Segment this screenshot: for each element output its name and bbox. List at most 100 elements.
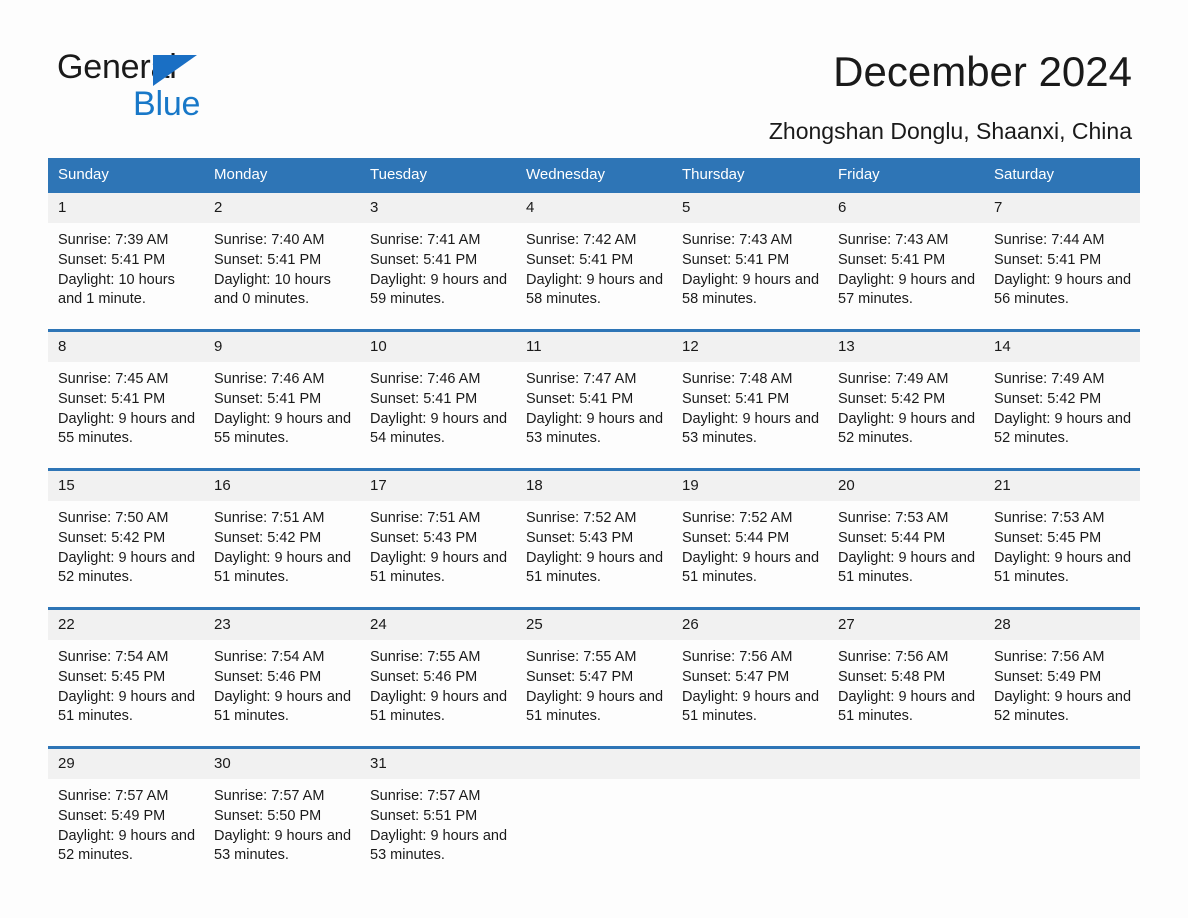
calendar-day-cell[interactable]: 26 Sunrise: 7:56 AM Sunset: 5:47 PM Dayligh…	[672, 607, 828, 732]
sunset-text: Sunset: 5:49 PM	[58, 807, 166, 824]
calendar-day-cell[interactable]: 18 Sunrise: 7:52 AM Sunset: 5:43 PM Dayligh…	[516, 468, 672, 593]
day-details: Sunrise: 7:47 AM Sunset: 5:41 PM Daylight:…	[516, 362, 672, 454]
calendar-day-cell[interactable]: 8 Sunrise: 7:45 AM Sunset: 5:41 PM Daylight…	[48, 329, 204, 454]
calendar-day-cell[interactable]: 30 Sunrise: 7:57 AM Sunset: 5:50 PM Dayligh…	[204, 746, 360, 871]
sunrise-text: Sunrise: 7:54 AM	[214, 649, 325, 665]
daylight-text: Daylight: 9 hours and 53 minutes.	[214, 827, 352, 864]
day-number: 9	[204, 329, 360, 362]
calendar-day-cell[interactable]: 29 Sunrise: 7:57 AM Sunset: 5:49 PM Dayligh…	[48, 746, 204, 871]
calendar-day-cell[interactable]: 10 Sunrise: 7:46 AM Sunset: 5:41 PM Dayligh…	[360, 329, 516, 454]
day-details: Sunrise: 7:52 AM Sunset: 5:44 PM Daylight:…	[672, 501, 828, 593]
daylight-text: Daylight: 9 hours and 53 minutes.	[526, 410, 664, 447]
calendar-day-cell[interactable]: 7 Sunrise: 7:44 AM Sunset: 5:41 PM Daylight…	[984, 190, 1140, 315]
spacer-cell	[828, 732, 984, 746]
calendar-day-cell[interactable]: 15 Sunrise: 7:50 AM Sunset: 5:42 PM Dayligh…	[48, 468, 204, 593]
spacer-cell	[360, 593, 516, 607]
day-number: 22	[48, 607, 204, 640]
sunset-text: Sunset: 5:49 PM	[994, 668, 1102, 685]
day-number: 1	[48, 190, 204, 223]
day-number: 14	[984, 329, 1140, 362]
calendar-day-cell[interactable]: 23 Sunrise: 7:54 AM Sunset: 5:46 PM Dayligh…	[204, 607, 360, 732]
calendar-day-cell[interactable]: 6 Sunrise: 7:43 AM Sunset: 5:41 PM Daylight…	[828, 190, 984, 315]
daylight-text: Daylight: 9 hours and 51 minutes.	[838, 688, 976, 725]
logo-word-blue: Blue	[133, 85, 201, 123]
sunset-text: Sunset: 5:48 PM	[838, 668, 946, 685]
calendar-day-cell[interactable]: 17 Sunrise: 7:51 AM Sunset: 5:43 PM Dayligh…	[360, 468, 516, 593]
day-details: Sunrise: 7:49 AM Sunset: 5:42 PM Daylight:…	[984, 362, 1140, 454]
calendar-day-cell[interactable]: 11 Sunrise: 7:47 AM Sunset: 5:41 PM Dayligh…	[516, 329, 672, 454]
day-number: 16	[204, 468, 360, 501]
daylight-text: Daylight: 9 hours and 57 minutes.	[838, 271, 976, 308]
day-details: Sunrise: 7:54 AM Sunset: 5:45 PM Daylight:…	[48, 640, 204, 732]
sunset-text: Sunset: 5:41 PM	[370, 251, 478, 268]
sunset-text: Sunset: 5:41 PM	[214, 390, 322, 407]
sunset-text: Sunset: 5:46 PM	[214, 668, 322, 685]
calendar-day-cell[interactable]: 20 Sunrise: 7:53 AM Sunset: 5:44 PM Dayligh…	[828, 468, 984, 593]
spacer-cell	[204, 315, 360, 329]
calendar-day-cell[interactable]: 12 Sunrise: 7:48 AM Sunset: 5:41 PM Dayligh…	[672, 329, 828, 454]
calendar-empty-cell	[672, 746, 828, 871]
sunset-text: Sunset: 5:41 PM	[526, 251, 634, 268]
day-number	[828, 746, 984, 779]
daylight-text: Daylight: 9 hours and 52 minutes.	[994, 688, 1132, 725]
page-header: General Blue December 2024 Zhongshan Don…	[0, 0, 1188, 144]
calendar-day-cell[interactable]: 4 Sunrise: 7:42 AM Sunset: 5:41 PM Daylight…	[516, 190, 672, 315]
week-spacer	[48, 454, 1140, 468]
day-number: 17	[360, 468, 516, 501]
spacer-cell	[984, 315, 1140, 329]
sunset-text: Sunset: 5:51 PM	[370, 807, 478, 824]
spacer-cell	[672, 732, 828, 746]
daylight-text: Daylight: 9 hours and 58 minutes.	[526, 271, 664, 308]
calendar-day-cell[interactable]: 27 Sunrise: 7:56 AM Sunset: 5:48 PM Dayligh…	[828, 607, 984, 732]
sunrise-text: Sunrise: 7:57 AM	[370, 788, 481, 804]
sunrise-text: Sunrise: 7:52 AM	[526, 510, 637, 526]
calendar-day-cell[interactable]: 5 Sunrise: 7:43 AM Sunset: 5:41 PM Daylight…	[672, 190, 828, 315]
spacer-cell	[48, 732, 204, 746]
generalblue-logo: General Blue	[57, 50, 317, 121]
calendar-day-cell[interactable]: 2 Sunrise: 7:40 AM Sunset: 5:41 PM Daylight…	[204, 190, 360, 315]
calendar-day-cell[interactable]: 3 Sunrise: 7:41 AM Sunset: 5:41 PM Daylight…	[360, 190, 516, 315]
day-details: Sunrise: 7:54 AM Sunset: 5:46 PM Daylight:…	[204, 640, 360, 732]
calendar-day-cell[interactable]: 31 Sunrise: 7:57 AM Sunset: 5:51 PM Dayligh…	[360, 746, 516, 871]
calendar-day-cell[interactable]: 19 Sunrise: 7:52 AM Sunset: 5:44 PM Dayligh…	[672, 468, 828, 593]
sunrise-text: Sunrise: 7:44 AM	[994, 232, 1105, 248]
calendar-day-cell[interactable]: 9 Sunrise: 7:46 AM Sunset: 5:41 PM Daylight…	[204, 329, 360, 454]
sunrise-text: Sunrise: 7:43 AM	[838, 232, 949, 248]
daylight-text: Daylight: 9 hours and 58 minutes.	[682, 271, 820, 308]
day-number	[516, 746, 672, 779]
day-details: Sunrise: 7:53 AM Sunset: 5:44 PM Daylight:…	[828, 501, 984, 593]
sunset-text: Sunset: 5:47 PM	[526, 668, 634, 685]
calendar-week-row: 8 Sunrise: 7:45 AM Sunset: 5:41 PM Daylight…	[48, 329, 1140, 454]
day-details: Sunrise: 7:49 AM Sunset: 5:42 PM Daylight:…	[828, 362, 984, 454]
sunrise-text: Sunrise: 7:46 AM	[214, 371, 325, 387]
day-number: 21	[984, 468, 1140, 501]
day-number: 3	[360, 190, 516, 223]
day-details: Sunrise: 7:56 AM Sunset: 5:49 PM Daylight:…	[984, 640, 1140, 732]
calendar-day-cell[interactable]: 28 Sunrise: 7:56 AM Sunset: 5:49 PM Dayligh…	[984, 607, 1140, 732]
calendar-empty-cell	[984, 746, 1140, 871]
spacer-cell	[516, 593, 672, 607]
calendar-day-cell[interactable]: 16 Sunrise: 7:51 AM Sunset: 5:42 PM Dayligh…	[204, 468, 360, 593]
calendar-day-cell[interactable]: 25 Sunrise: 7:55 AM Sunset: 5:47 PM Dayligh…	[516, 607, 672, 732]
daylight-text: Daylight: 9 hours and 51 minutes.	[838, 549, 976, 586]
calendar-day-cell[interactable]: 21 Sunrise: 7:53 AM Sunset: 5:45 PM Dayligh…	[984, 468, 1140, 593]
daylight-text: Daylight: 9 hours and 52 minutes.	[58, 827, 196, 864]
sunset-text: Sunset: 5:44 PM	[682, 529, 790, 546]
day-number: 19	[672, 468, 828, 501]
sunrise-text: Sunrise: 7:41 AM	[370, 232, 481, 248]
calendar-day-cell[interactable]: 24 Sunrise: 7:55 AM Sunset: 5:46 PM Dayligh…	[360, 607, 516, 732]
weekday-header-friday: Friday	[828, 158, 984, 190]
weekday-header-wednesday: Wednesday	[516, 158, 672, 190]
calendar-day-cell[interactable]: 22 Sunrise: 7:54 AM Sunset: 5:45 PM Dayligh…	[48, 607, 204, 732]
calendar-day-cell[interactable]: 13 Sunrise: 7:49 AM Sunset: 5:42 PM Dayligh…	[828, 329, 984, 454]
day-number: 12	[672, 329, 828, 362]
spacer-cell	[360, 454, 516, 468]
spacer-cell	[204, 593, 360, 607]
spacer-cell	[672, 454, 828, 468]
day-details: Sunrise: 7:51 AM Sunset: 5:42 PM Daylight:…	[204, 501, 360, 593]
week-spacer	[48, 593, 1140, 607]
calendar-day-cell[interactable]: 1 Sunrise: 7:39 AM Sunset: 5:41 PM Daylight…	[48, 190, 204, 315]
day-details: Sunrise: 7:46 AM Sunset: 5:41 PM Daylight:…	[204, 362, 360, 454]
month-calendar: Sunday Monday Tuesday Wednesday Thursday…	[48, 158, 1140, 871]
calendar-day-cell[interactable]: 14 Sunrise: 7:49 AM Sunset: 5:42 PM Dayligh…	[984, 329, 1140, 454]
